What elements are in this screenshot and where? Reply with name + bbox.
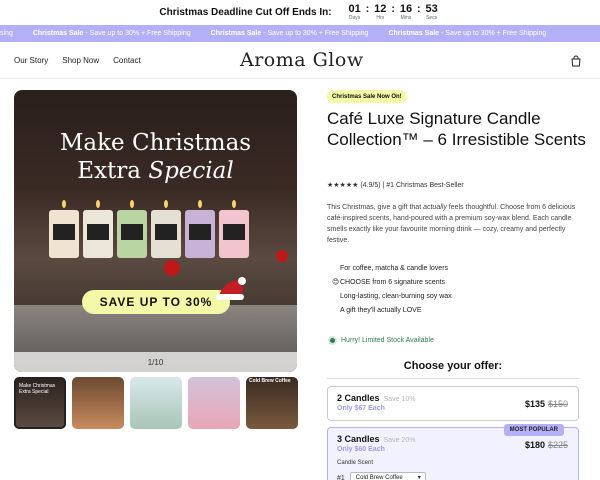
thumbnail-caption: Cold Brew Coffee — [249, 378, 291, 384]
offer-title: 3 Candles Save 20% — [337, 434, 416, 444]
countdown-days-label: Days — [348, 15, 361, 21]
countdown-mins: 16 — [399, 3, 413, 15]
candle-jar — [83, 200, 113, 258]
candle-jar — [185, 200, 215, 258]
offer-save: Save 10% — [383, 396, 416, 403]
feature-item: For coffee, matcha & candle lovers — [340, 265, 449, 272]
product-description: This Christmas, give a gift that actuall… — [327, 204, 576, 244]
sale-badge: Christmas Sale Now On! — [327, 90, 407, 103]
hero-title-line2: Extra Special — [77, 158, 234, 184]
marquee-item: Christmas Sale - Save up to 30% + Free S… — [388, 30, 547, 37]
brand-logo[interactable]: Aroma Glow — [240, 49, 364, 71]
feature-item: A gift they'll actually LOVE — [340, 307, 422, 314]
site-header: Our Story Shop Now Contact Aroma Glow — [0, 43, 600, 79]
offer-save: Save 20% — [383, 437, 416, 444]
nav-our-story[interactable]: Our Story — [14, 56, 48, 65]
offer-each-price: Only $67 Each — [337, 405, 385, 412]
stock-dot-icon — [330, 338, 335, 343]
offer-title: 2 Candles Save 10% — [337, 393, 416, 403]
marquee-item: Christmas Sale - Save up to 30% + Free S… — [32, 30, 191, 37]
offer-each-price: Only $60 Each — [337, 446, 385, 453]
countdown-title: Christmas Deadline Cut Off Ends In: — [159, 6, 332, 18]
candle-jar — [49, 200, 79, 258]
gallery-counter: 1/10 — [14, 352, 297, 372]
countdown-bar: Christmas Deadline Cut Off Ends In: 01 Da… — [0, 0, 600, 24]
ornament-icon — [164, 260, 180, 276]
rating-line: ★★★★★ (4.9/5) | #1 Christmas Best-Seller — [327, 182, 464, 189]
offer-price: $180 $225 — [524, 440, 568, 450]
feature-list: For coffee, matcha & candle lovers 😊CHOO… — [327, 262, 582, 318]
offer-heading: Choose your offer: — [403, 360, 503, 372]
offer-option-3-candles[interactable]: MOST POPULAR 3 Candles Save 20% Only $60 … — [327, 424, 579, 480]
countdown-secs-label: Secs — [426, 15, 438, 21]
feature-item: Long-lasting, clean-burning soy wax — [340, 293, 452, 300]
product-hero-image[interactable]: Make Christmas Extra Special SAVE UP TO … — [14, 90, 297, 372]
scent-row-number: #1 — [337, 474, 345, 480]
santa-hat-icon — [216, 277, 246, 300]
most-popular-badge: MOST POPULAR — [503, 424, 564, 436]
hero-title-line1: Make Christmas — [59, 130, 252, 156]
nav-shop-now[interactable]: Shop Now — [62, 56, 99, 65]
offer-option-2-candles[interactable]: 2 Candles Save 10% Only $67 Each $135 $150 — [327, 386, 579, 421]
scent-label: Candle Scent — [337, 460, 374, 466]
thumbnail-4[interactable] — [188, 377, 240, 429]
promo-marquee: sing Christmas Sale - Save up to 30% + F… — [0, 25, 600, 42]
save-banner: SAVE UP TO 30% — [82, 290, 230, 314]
ornament-icon — [276, 250, 288, 262]
countdown-separator: : — [391, 3, 395, 15]
scent-select[interactable]: Cold Brew Coffee — [349, 472, 426, 480]
nav-contact[interactable]: Contact — [113, 56, 141, 65]
main-nav: Our Story Shop Now Contact — [14, 56, 141, 65]
thumbnail-5[interactable]: Cold Brew Coffee — [246, 377, 298, 429]
candle-jar — [219, 200, 249, 258]
countdown-secs: 53 — [425, 3, 438, 15]
thumbnail-2[interactable] — [72, 377, 124, 429]
thumbnail-strip: Make Christmas Extra Special Cold Brew C… — [14, 377, 298, 429]
countdown-hours-label: Hrs — [376, 15, 385, 21]
countdown-mins-label: Mins — [400, 15, 412, 21]
thumbnail-caption: Make Christmas Extra Special — [19, 383, 56, 395]
countdown-separator: : — [365, 3, 370, 15]
thumbnail-1[interactable]: Make Christmas Extra Special — [14, 377, 66, 429]
offer-price: $135 $150 — [524, 399, 568, 409]
candle-row — [49, 200, 249, 258]
bag-icon[interactable] — [570, 55, 582, 67]
thumbnail-3[interactable] — [130, 377, 182, 429]
countdown-separator: : — [416, 3, 421, 15]
marquee-item: Christmas Sale - Save up to 30% + Free S… — [210, 30, 369, 37]
candle-jar — [117, 200, 147, 258]
candle-jar — [151, 200, 181, 258]
marquee-fragment: sing — [0, 30, 13, 37]
stock-indicator: Hurry! Limited Stock Available — [330, 337, 434, 344]
countdown-hours: 12 — [374, 3, 387, 15]
product-title: Café Luxe Signature Candle Collection™ –… — [327, 109, 586, 149]
divider — [327, 378, 579, 379]
countdown-timer: 01 Days : 12 Hrs : 16 Mins : 53 Secs — [346, 3, 441, 21]
stock-text: Hurry! Limited Stock Available — [341, 337, 434, 344]
feature-item: 😊CHOOSE from 6 signature scents — [332, 279, 446, 286]
countdown-days: 01 — [348, 3, 361, 15]
scent-row: #1 Cold Brew Coffee — [337, 472, 426, 480]
